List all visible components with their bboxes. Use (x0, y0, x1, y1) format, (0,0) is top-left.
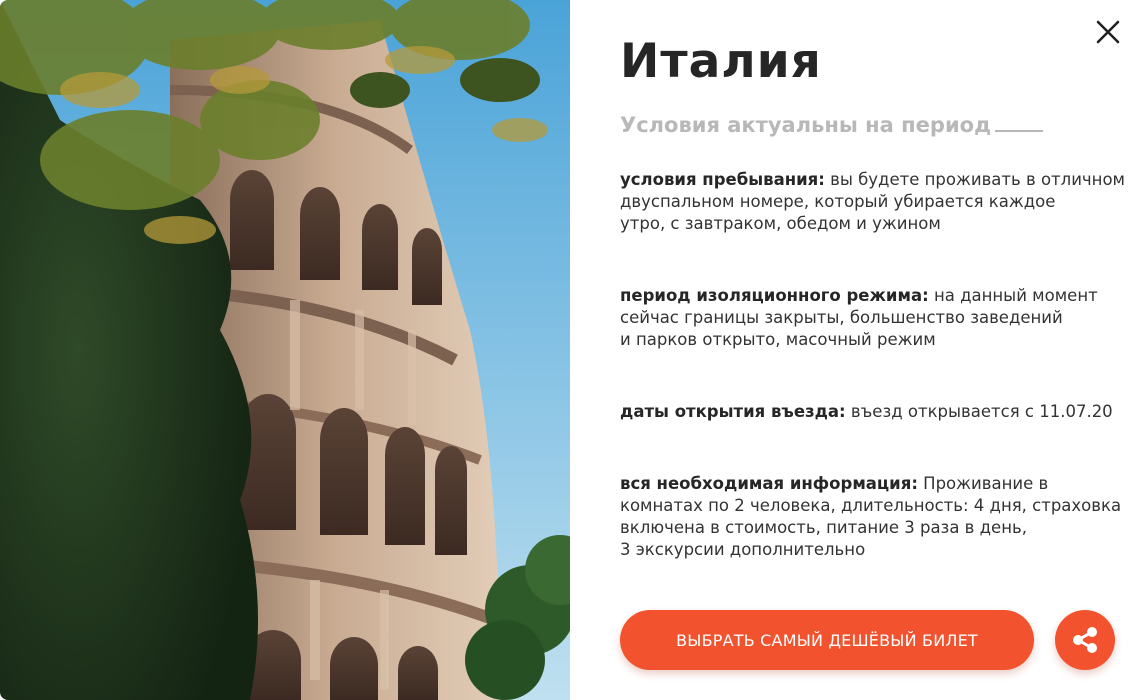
info-label: даты открытия въезда: (620, 402, 846, 421)
info-text: на данный момент (928, 286, 1098, 305)
info-label: условия пребывания: (620, 170, 825, 189)
info-text: утро, с завтраком, обедом и ужином (620, 214, 941, 233)
info-text: двуспальном номере, который убирается ка… (620, 192, 1056, 211)
share-icon (1073, 627, 1097, 653)
destination-dialog: Италия Условия актуальны на период услов… (0, 0, 1140, 700)
info-entry-dates: даты открытия въезда: въезд открывается … (620, 401, 1130, 423)
info-text: и парков открыто, масочный режим (620, 330, 936, 349)
info-text: въезд открывается с 11.07.20 (845, 402, 1113, 421)
close-button[interactable] (1094, 18, 1122, 46)
info-text: Проживание в (917, 474, 1049, 493)
info-text: 3 экскурсии дополнительно (620, 540, 866, 559)
info-text: сейчас границы закрыты, большенство заве… (620, 308, 1063, 327)
period-text: Условия актуальны на период (620, 113, 992, 137)
dialog-content: Италия Условия актуальны на период услов… (620, 0, 1125, 700)
info-stay-conditions: условия пребывания: вы будете проживать … (620, 169, 1130, 235)
info-label: период изоляционного режима: (620, 286, 929, 305)
info-general: вся необходимая информация: Проживание в… (620, 473, 1130, 561)
colosseum-photo (0, 0, 570, 700)
close-icon (1096, 20, 1120, 44)
info-isolation-period: период изоляционного режима: на данный м… (620, 285, 1130, 351)
share-button[interactable] (1055, 610, 1115, 670)
info-text: вы будете проживать в отличном (824, 170, 1126, 189)
cheapest-ticket-button[interactable]: ВЫБРАТЬ САМЫЙ ДЕШЁВЫЙ БИЛЕТ (620, 610, 1034, 670)
info-text: комнатах по 2 человека, длительность: 4 … (620, 496, 1122, 515)
country-title: Италия (620, 34, 822, 89)
info-text: включена в стоимость, питание 3 раза в д… (620, 518, 1027, 537)
period-notice: Условия актуальны на период (620, 111, 1044, 139)
info-label: вся необходимая информация: (620, 474, 918, 493)
period-blank (995, 112, 1044, 132)
